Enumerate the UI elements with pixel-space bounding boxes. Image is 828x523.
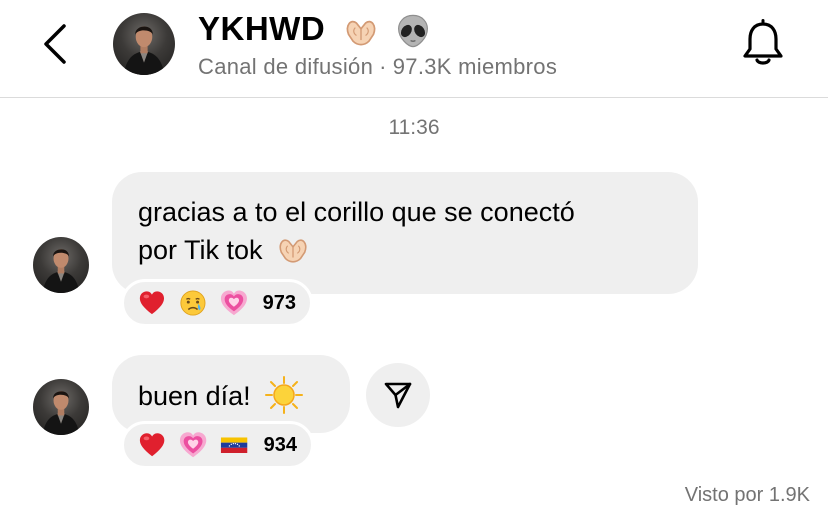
sun-emoji-icon bbox=[265, 376, 304, 414]
growing-heart-icon bbox=[180, 432, 207, 458]
seen-by-count: Visto por 1.9K bbox=[684, 484, 810, 506]
red-heart-icon bbox=[139, 433, 165, 457]
notifications-button[interactable] bbox=[740, 19, 786, 67]
paper-plane-icon bbox=[384, 382, 412, 409]
heart-hands-emoji-icon bbox=[279, 239, 307, 263]
message-text-line: por Tik tok bbox=[138, 231, 672, 269]
message-text: buen día! bbox=[138, 381, 251, 411]
alien-emoji-icon bbox=[397, 15, 428, 48]
growing-heart-icon bbox=[220, 290, 247, 316]
member-count: 97.3K miembros bbox=[392, 54, 558, 79]
reactions-bar[interactable]: 973 bbox=[121, 279, 313, 327]
channel-header: YKHWD Canal de difusión · 97.3K miembros bbox=[0, 0, 828, 98]
crying-face-icon bbox=[179, 290, 206, 316]
reaction-count: 934 bbox=[263, 433, 297, 456]
channel-subtitle: Canal de difusión · 97.3K miembros bbox=[198, 54, 557, 80]
sender-avatar[interactable] bbox=[33, 379, 89, 435]
channel-avatar[interactable] bbox=[113, 13, 175, 75]
message-bubble[interactable]: gracias a to el corillo que se conectó p… bbox=[112, 172, 698, 294]
message-timestamp: 11:36 bbox=[388, 116, 440, 139]
back-button[interactable] bbox=[36, 22, 76, 66]
share-button[interactable] bbox=[366, 363, 430, 427]
reactions-bar[interactable]: 934 bbox=[121, 421, 314, 469]
venezuela-flag-icon bbox=[221, 437, 248, 453]
message-text: por Tik tok bbox=[138, 235, 263, 265]
heart-hands-emoji-icon bbox=[346, 21, 376, 46]
channel-name: YKHWD bbox=[198, 10, 326, 47]
sender-avatar[interactable] bbox=[33, 237, 89, 293]
bell-icon bbox=[743, 19, 783, 65]
subtitle-separator: · bbox=[379, 54, 387, 79]
channel-title[interactable]: YKHWD bbox=[198, 10, 431, 49]
chevron-left-icon bbox=[44, 24, 66, 64]
reaction-count: 973 bbox=[262, 291, 296, 314]
message-text-line: gracias a to el corillo que se conectó bbox=[138, 197, 575, 227]
channel-type-label: Canal de difusión bbox=[198, 54, 374, 79]
red-heart-icon bbox=[139, 291, 165, 315]
